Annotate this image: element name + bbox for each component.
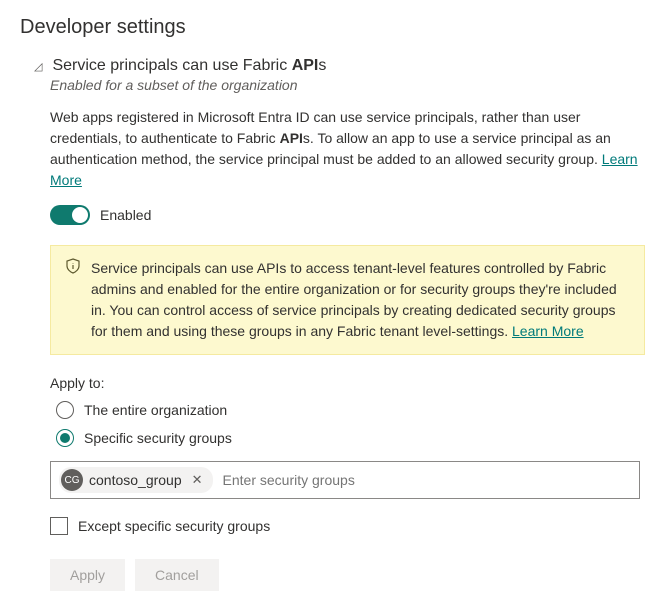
apply-to-label: Apply to: (50, 375, 645, 391)
except-checkbox[interactable] (50, 517, 68, 535)
toggle-knob (72, 207, 88, 223)
info-text: Service principals can use APIs to acces… (91, 258, 630, 342)
cancel-button[interactable]: Cancel (135, 559, 219, 591)
section-header[interactable]: ◿ Service principals can use Fabric APIs (34, 57, 645, 75)
setting-section: ◿ Service principals can use Fabric APIs… (34, 57, 645, 591)
enabled-toggle[interactable] (50, 205, 90, 225)
enabled-label: Enabled (100, 207, 151, 223)
page-title: Developer settings (20, 16, 645, 39)
section-title: Service principals can use Fabric APIs (52, 57, 326, 75)
group-chip-label: contoso_group (89, 472, 182, 488)
section-description: Web apps registered in Microsoft Entra I… (50, 107, 645, 191)
apply-button[interactable]: Apply (50, 559, 125, 591)
radio-label-entire-org: The entire organization (84, 402, 227, 418)
desc-bold: API (280, 130, 303, 146)
section-title-bold: API (292, 57, 319, 74)
section-title-pre: Service principals can use Fabric (52, 57, 291, 74)
groups-text-input[interactable] (221, 471, 631, 489)
radio-specific-groups[interactable]: Specific security groups (56, 429, 645, 447)
radio-icon-selected (56, 429, 74, 447)
radio-label-specific-groups: Specific security groups (84, 430, 232, 446)
radio-icon (56, 401, 74, 419)
except-checkbox-row[interactable]: Except specific security groups (50, 517, 645, 535)
button-row: Apply Cancel (50, 559, 645, 591)
security-groups-input[interactable]: CG contoso_group ✕ (50, 461, 640, 499)
info-learn-more-link[interactable]: Learn More (512, 323, 584, 339)
section-subtitle: Enabled for a subset of the organization (50, 77, 645, 93)
except-label: Except specific security groups (78, 518, 270, 534)
group-chip: CG contoso_group ✕ (59, 467, 213, 493)
info-banner: Service principals can use APIs to acces… (50, 245, 645, 355)
enabled-toggle-row: Enabled (50, 205, 645, 225)
chip-remove-icon[interactable]: ✕ (188, 472, 207, 488)
expand-icon: ◿ (34, 60, 42, 73)
radio-entire-org[interactable]: The entire organization (56, 401, 645, 419)
group-avatar: CG (61, 469, 83, 491)
shield-info-icon (65, 258, 81, 342)
section-title-post: s (318, 57, 326, 74)
